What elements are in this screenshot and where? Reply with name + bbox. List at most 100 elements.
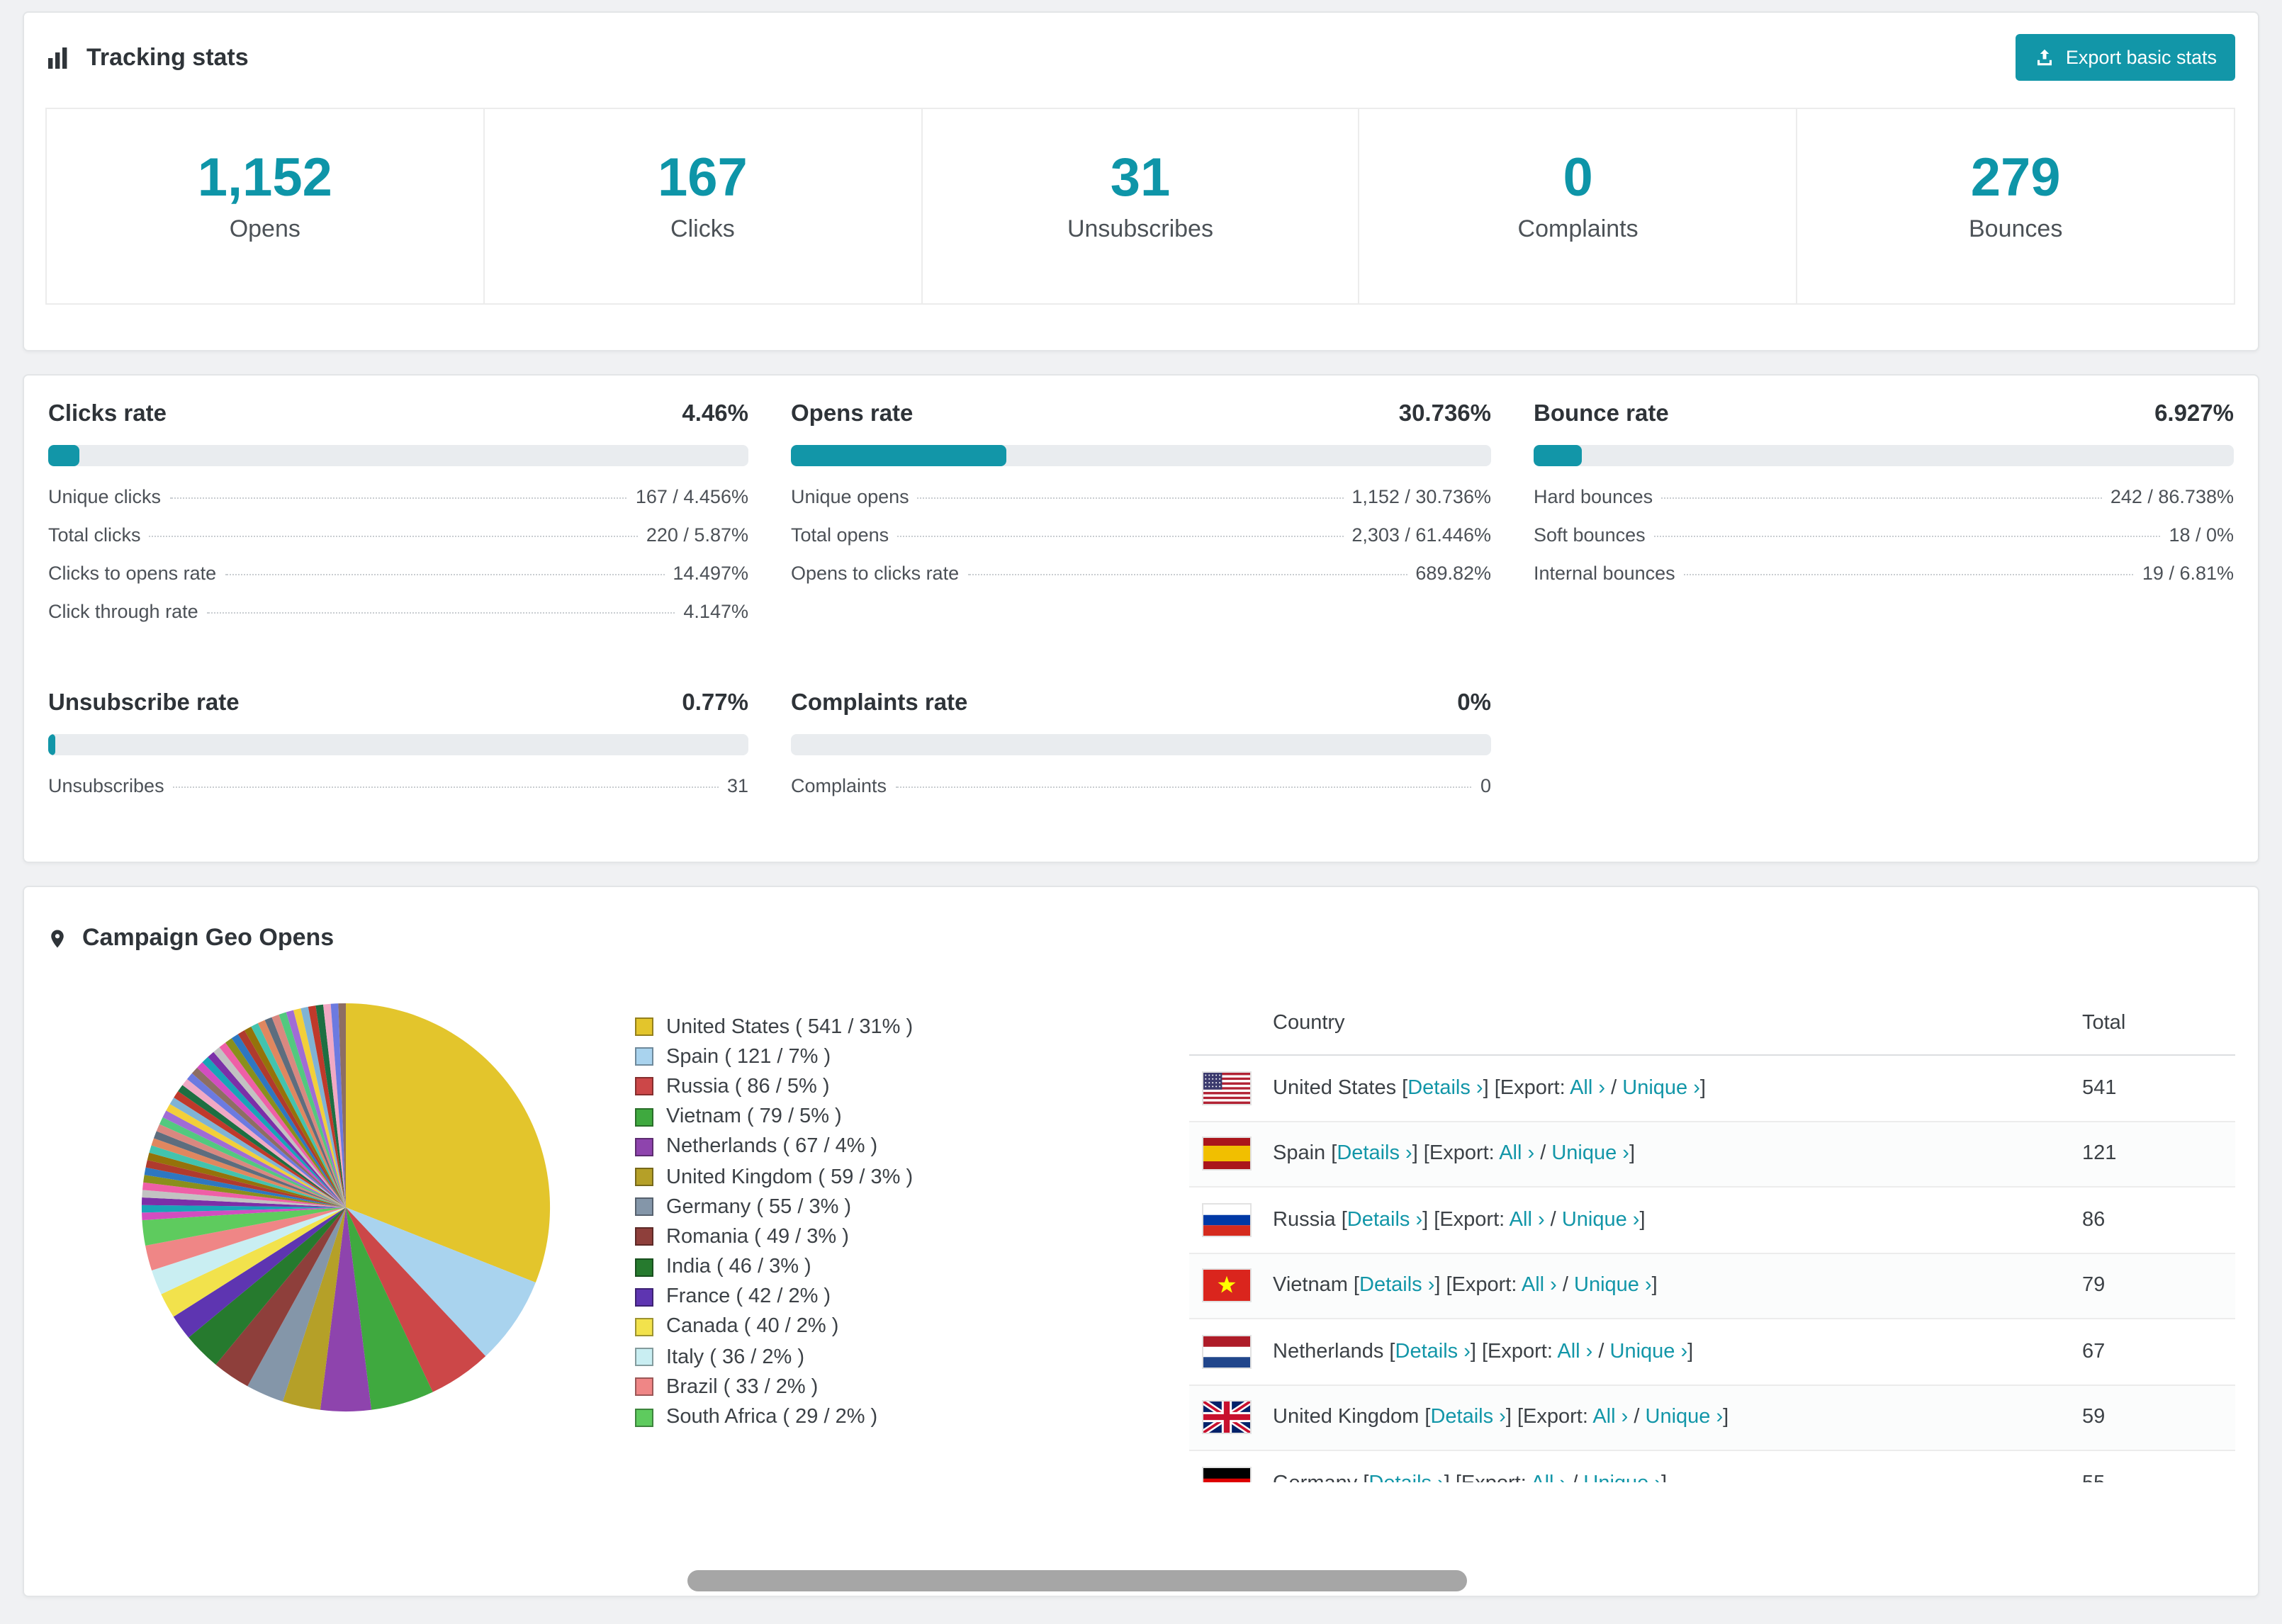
details-link[interactable]: Details › xyxy=(1337,1143,1412,1166)
export-basic-stats-button[interactable]: Export basic stats xyxy=(2016,34,2235,81)
rate-progress-bar xyxy=(1534,445,2234,466)
export-unique-link[interactable]: Unique › xyxy=(1646,1406,1724,1429)
details-link[interactable]: Details › xyxy=(1395,1341,1471,1363)
legend-item[interactable]: Russia ( 86 / 5% ) xyxy=(635,1072,1015,1102)
country-label: United States [Details ›] [Export: All ›… xyxy=(1273,1076,1706,1100)
rate-block: Complaints rate 0% Complaints 0 xyxy=(791,690,1491,805)
details-link[interactable]: Details › xyxy=(1347,1209,1422,1231)
details-link[interactable]: Details › xyxy=(1407,1077,1483,1100)
legend-item[interactable]: Netherlands ( 67 / 4% ) xyxy=(635,1132,1015,1162)
legend-item[interactable]: India ( 46 / 3% ) xyxy=(635,1252,1015,1282)
page: Tracking stats Export basic stats 1,152 O… xyxy=(0,11,2282,1624)
geo-table-row: United Kingdom [Details ›] [Export: All … xyxy=(1189,1385,2235,1451)
geo-opens-table: Country Total United States [Details ›] … xyxy=(1189,1000,2235,1482)
export-all-link[interactable]: All › xyxy=(1522,1275,1557,1297)
legend-item[interactable]: France ( 42 / 2% ) xyxy=(635,1282,1015,1312)
stat-value: 167 xyxy=(657,149,748,208)
rate-detail-row: Internal bounces 19 / 6.81% xyxy=(1534,554,2234,592)
legend-item[interactable]: Romania ( 49 / 3% ) xyxy=(635,1222,1015,1252)
legend-swatch xyxy=(635,1377,653,1397)
rate-detail-value: 2,303 / 61.446% xyxy=(1351,524,1491,546)
export-all-link[interactable]: All › xyxy=(1557,1341,1592,1363)
rate-detail-label: Clicks to opens rate xyxy=(48,563,217,584)
tracking-stats-title: Tracking stats xyxy=(86,43,249,70)
export-all-link[interactable]: All › xyxy=(1531,1472,1566,1483)
legend-item[interactable]: Brazil ( 33 / 2% ) xyxy=(635,1372,1015,1402)
details-link[interactable]: Details › xyxy=(1368,1472,1444,1483)
rate-detail-rows: Hard bounces 242 / 86.738% Soft bounces 18 … xyxy=(1534,478,2234,592)
rate-head: Clicks rate 4.46% xyxy=(48,401,748,428)
export-unique-link[interactable]: Unique › xyxy=(1562,1209,1640,1231)
export-all-link[interactable]: All › xyxy=(1510,1209,1545,1231)
rate-progress-bar xyxy=(791,734,1491,755)
legend-item[interactable]: Germany ( 55 / 3% ) xyxy=(635,1192,1015,1222)
legend-swatch xyxy=(635,1017,653,1037)
rate-detail-value: 31 xyxy=(726,775,748,796)
rate-progress-bar xyxy=(791,445,1491,466)
legend-item[interactable]: South Africa ( 29 / 2% ) xyxy=(635,1402,1015,1432)
rate-title: Clicks rate xyxy=(48,401,167,427)
legend-label: United Kingdom ( 59 / 3% ) xyxy=(666,1166,914,1189)
dotted-leader xyxy=(917,497,1344,499)
legend-label: Spain ( 121 / 7% ) xyxy=(666,1045,831,1068)
export-unique-link[interactable]: Unique › xyxy=(1551,1143,1629,1166)
export-unique-link[interactable]: Unique › xyxy=(1574,1275,1652,1297)
rate-detail-rows: Complaints 0 xyxy=(791,767,1491,805)
geo-title-wrap: Campaign Geo Opens xyxy=(47,924,334,952)
legend-swatch xyxy=(635,1317,653,1336)
rate-detail-row: Opens to clicks rate 689.82% xyxy=(791,554,1491,592)
rate-detail-label: Complaints xyxy=(791,775,887,796)
rate-title: Unsubscribe rate xyxy=(48,690,240,716)
rate-detail-value: 14.497% xyxy=(673,563,748,584)
dotted-leader xyxy=(1661,497,2102,499)
dotted-leader xyxy=(225,574,665,575)
pie-legend: United States ( 541 / 31% ) Spain ( 121 /… xyxy=(635,1012,1015,1432)
details-link[interactable]: Details › xyxy=(1430,1406,1505,1429)
export-unique-link[interactable]: Unique › xyxy=(1610,1341,1688,1363)
rate-detail-value: 689.82% xyxy=(1415,563,1491,584)
details-link[interactable]: Details › xyxy=(1359,1275,1434,1297)
export-all-link[interactable]: All › xyxy=(1570,1077,1605,1100)
geo-body: United States ( 541 / 31% ) Spain ( 121 /… xyxy=(24,961,2258,1482)
export-unique-link[interactable]: Unique › xyxy=(1583,1472,1661,1483)
stat-label: Complaints xyxy=(1517,215,1639,242)
legend-label: Italy ( 36 / 2% ) xyxy=(666,1346,805,1369)
legend-item[interactable]: Italy ( 36 / 2% ) xyxy=(635,1342,1015,1372)
country-label: Russia [Details ›] [Export: All › / Uniq… xyxy=(1273,1208,1646,1231)
rate-head: Complaints rate 0% xyxy=(791,690,1491,717)
export-all-link[interactable]: All › xyxy=(1592,1406,1628,1429)
rate-detail-row: Total opens 2,303 / 61.446% xyxy=(791,516,1491,554)
geo-table-header: Country Total xyxy=(1189,1000,2235,1056)
rate-title: Opens rate xyxy=(791,401,914,427)
rate-progress-bar xyxy=(48,734,748,755)
country-label: Germany [Details ›] [Export: All › / Uni… xyxy=(1273,1472,1667,1483)
geo-table-row: United States [Details ›] [Export: All ›… xyxy=(1189,1056,2235,1122)
export-basic-stats-label: Export basic stats xyxy=(2065,47,2217,68)
rate-detail-rows: Unique clicks 167 / 4.456% Total clicks 220… xyxy=(48,478,748,631)
rate-detail-value: 18 / 0% xyxy=(2169,524,2234,546)
rate-detail-rows: Unique opens 1,152 / 30.736% Total opens 2,… xyxy=(791,478,1491,592)
horizontal-scrollbar-thumb[interactable] xyxy=(687,1570,1467,1591)
legend-label: India ( 46 / 3% ) xyxy=(666,1256,811,1279)
rate-detail-value: 0 xyxy=(1480,775,1491,796)
country-label: Vietnam [Details ›] [Export: All › / Uni… xyxy=(1273,1274,1658,1297)
legend-label: United States ( 541 / 31% ) xyxy=(666,1015,914,1039)
legend-swatch xyxy=(635,1047,653,1066)
rate-detail-row: Soft bounces 18 / 0% xyxy=(1534,516,2234,554)
legend-item[interactable]: Canada ( 40 / 2% ) xyxy=(635,1312,1015,1342)
country-cell: Vietnam [Details ›] [Export: All › / Uni… xyxy=(1189,1270,2082,1302)
dotted-leader xyxy=(149,536,638,537)
legend-swatch xyxy=(635,1077,653,1096)
export-unique-link[interactable]: Unique › xyxy=(1622,1077,1700,1100)
export-icon xyxy=(2035,47,2056,68)
stat-box: 1,152 Opens xyxy=(45,108,485,305)
legend-item[interactable]: United States ( 541 / 31% ) xyxy=(635,1012,1015,1042)
geo-opens-header: Campaign Geo Opens xyxy=(24,887,2258,961)
export-all-link[interactable]: All › xyxy=(1499,1143,1534,1166)
dotted-leader xyxy=(172,786,719,788)
legend-item[interactable]: United Kingdom ( 59 / 3% ) xyxy=(635,1162,1015,1192)
legend-item[interactable]: Spain ( 121 / 7% ) xyxy=(635,1042,1015,1071)
dotted-leader xyxy=(1653,536,2161,537)
legend-item[interactable]: Vietnam ( 79 / 5% ) xyxy=(635,1102,1015,1132)
rate-detail-label: Opens to clicks rate xyxy=(791,563,960,584)
